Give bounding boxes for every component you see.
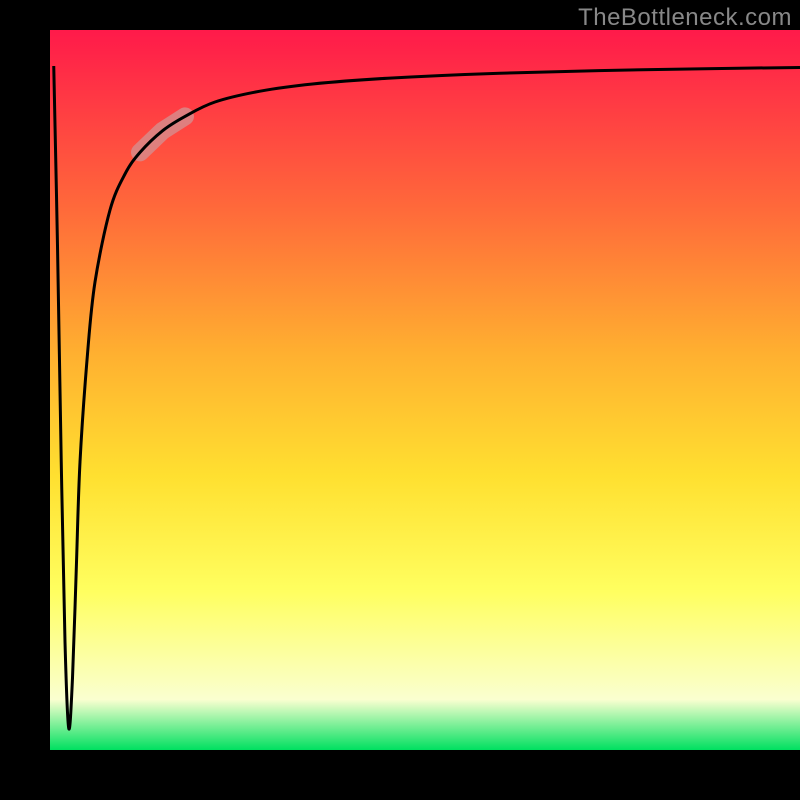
plot-area [50, 30, 800, 750]
watermark-text: TheBottleneck.com [578, 4, 792, 32]
bottleneck-curve [54, 66, 800, 729]
curve-svg [50, 30, 800, 750]
